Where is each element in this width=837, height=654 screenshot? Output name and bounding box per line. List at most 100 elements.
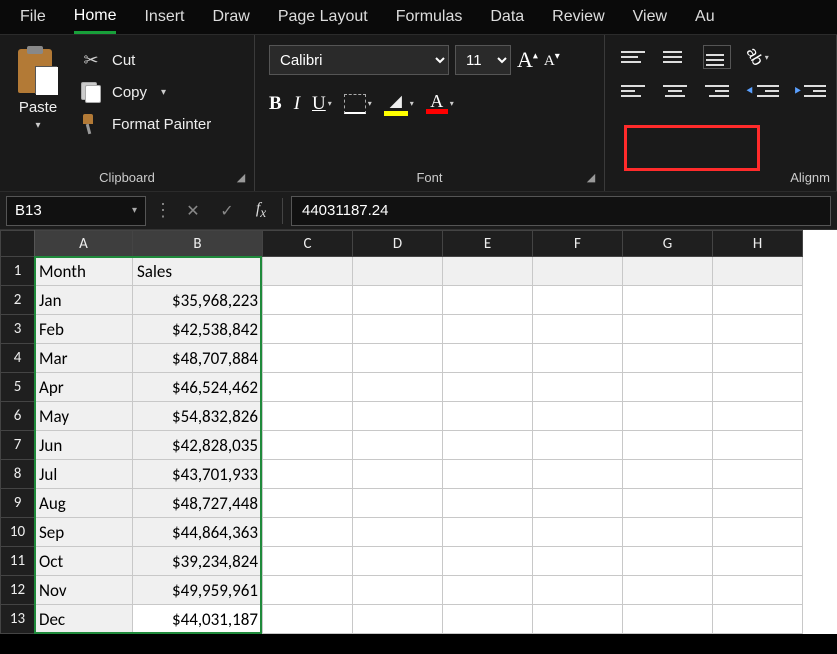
- row-header[interactable]: 7: [1, 431, 35, 460]
- underline-button[interactable]: U: [312, 93, 326, 115]
- font-size-select[interactable]: 11: [455, 45, 511, 75]
- cell[interactable]: [623, 605, 713, 634]
- cell[interactable]: [533, 518, 623, 547]
- borders-button[interactable]: [344, 94, 366, 114]
- cell[interactable]: Jul: [35, 460, 133, 489]
- cell[interactable]: [353, 547, 443, 576]
- cell[interactable]: [533, 315, 623, 344]
- tab-insert[interactable]: Insert: [144, 6, 184, 32]
- cell[interactable]: [263, 460, 353, 489]
- cell[interactable]: [443, 576, 533, 605]
- tab-formulas[interactable]: Formulas: [396, 6, 463, 32]
- cell[interactable]: [623, 489, 713, 518]
- col-header-E[interactable]: E: [443, 231, 533, 257]
- cell[interactable]: $54,832,826: [133, 402, 263, 431]
- cell[interactable]: [533, 286, 623, 315]
- cell[interactable]: [713, 489, 803, 518]
- cell[interactable]: [443, 431, 533, 460]
- cell[interactable]: Feb: [35, 315, 133, 344]
- cell[interactable]: [353, 431, 443, 460]
- dialog-launcher-icon[interactable]: ◢: [584, 171, 598, 185]
- fill-color-button[interactable]: ◢: [384, 91, 408, 116]
- cell[interactable]: [263, 402, 353, 431]
- cell[interactable]: [263, 373, 353, 402]
- cell[interactable]: [443, 489, 533, 518]
- cell[interactable]: $35,968,223: [133, 286, 263, 315]
- cell[interactable]: $42,828,035: [133, 431, 263, 460]
- row-header[interactable]: 2: [1, 286, 35, 315]
- cell[interactable]: [263, 518, 353, 547]
- cell[interactable]: [623, 286, 713, 315]
- cell[interactable]: [443, 344, 533, 373]
- col-header-B[interactable]: B: [133, 231, 263, 257]
- cell[interactable]: [623, 315, 713, 344]
- paste-button[interactable]: Paste ▾: [14, 45, 62, 135]
- cell[interactable]: [533, 605, 623, 634]
- cell[interactable]: [263, 315, 353, 344]
- decrease-font-button[interactable]: A▾: [544, 51, 560, 73]
- cell[interactable]: [533, 576, 623, 605]
- cell[interactable]: [713, 605, 803, 634]
- cell[interactable]: [443, 605, 533, 634]
- col-header-F[interactable]: F: [533, 231, 623, 257]
- cut-button[interactable]: ✂ Cut: [80, 49, 211, 71]
- row-header[interactable]: 11: [1, 547, 35, 576]
- cell[interactable]: $48,727,448: [133, 489, 263, 518]
- cell[interactable]: Jan: [35, 286, 133, 315]
- row-header[interactable]: 6: [1, 402, 35, 431]
- cell[interactable]: $46,524,462: [133, 373, 263, 402]
- row-header[interactable]: 5: [1, 373, 35, 402]
- cell[interactable]: [623, 460, 713, 489]
- cell[interactable]: [713, 518, 803, 547]
- cell[interactable]: $48,707,884: [133, 344, 263, 373]
- chevron-down-icon[interactable]: ▾: [35, 120, 40, 131]
- cell[interactable]: Mar: [35, 344, 133, 373]
- cell[interactable]: [623, 431, 713, 460]
- cell[interactable]: [353, 257, 443, 286]
- orientation-button[interactable]: ab ▾: [745, 48, 769, 66]
- cell[interactable]: [263, 286, 353, 315]
- increase-font-button[interactable]: A▴: [517, 47, 538, 73]
- cell[interactable]: Dec: [35, 605, 133, 634]
- chevron-down-icon[interactable]: ▾: [368, 99, 372, 108]
- tab-page-layout[interactable]: Page Layout: [278, 6, 368, 32]
- grid[interactable]: A B C D E F G H 1MonthSales2Jan$35,968,2…: [0, 230, 803, 634]
- cell[interactable]: [533, 547, 623, 576]
- cell[interactable]: $39,234,824: [133, 547, 263, 576]
- cell[interactable]: [533, 373, 623, 402]
- tab-automate-truncated[interactable]: Au: [695, 6, 715, 32]
- cell[interactable]: [623, 373, 713, 402]
- cell[interactable]: Aug: [35, 489, 133, 518]
- cell[interactable]: [443, 547, 533, 576]
- cell[interactable]: [353, 286, 443, 315]
- cell[interactable]: [263, 431, 353, 460]
- cell[interactable]: Sales: [133, 257, 263, 286]
- chevron-down-icon[interactable]: ▾: [132, 205, 137, 216]
- cell[interactable]: Nov: [35, 576, 133, 605]
- row-header[interactable]: 1: [1, 257, 35, 286]
- cell[interactable]: [533, 402, 623, 431]
- copy-button[interactable]: Copy ▾: [80, 81, 211, 103]
- insert-function-button[interactable]: fx: [248, 200, 274, 221]
- format-painter-button[interactable]: Format Painter: [80, 113, 211, 135]
- cell[interactable]: [263, 257, 353, 286]
- select-all-corner[interactable]: [1, 231, 35, 257]
- cell[interactable]: [443, 518, 533, 547]
- formula-input[interactable]: 44031187.24: [291, 196, 831, 226]
- row-header[interactable]: 9: [1, 489, 35, 518]
- col-header-H[interactable]: H: [713, 231, 803, 257]
- align-right-button[interactable]: [703, 79, 731, 103]
- align-left-button[interactable]: [619, 79, 647, 103]
- cell[interactable]: [443, 315, 533, 344]
- cell[interactable]: [263, 489, 353, 518]
- chevron-down-icon[interactable]: ▾: [450, 99, 454, 108]
- col-header-A[interactable]: A: [35, 231, 133, 257]
- row-header[interactable]: 8: [1, 460, 35, 489]
- tab-data[interactable]: Data: [490, 6, 524, 32]
- cell[interactable]: [713, 257, 803, 286]
- cell[interactable]: [443, 286, 533, 315]
- font-color-button[interactable]: A: [426, 93, 448, 114]
- cell[interactable]: [713, 460, 803, 489]
- row-header[interactable]: 10: [1, 518, 35, 547]
- cell[interactable]: [623, 518, 713, 547]
